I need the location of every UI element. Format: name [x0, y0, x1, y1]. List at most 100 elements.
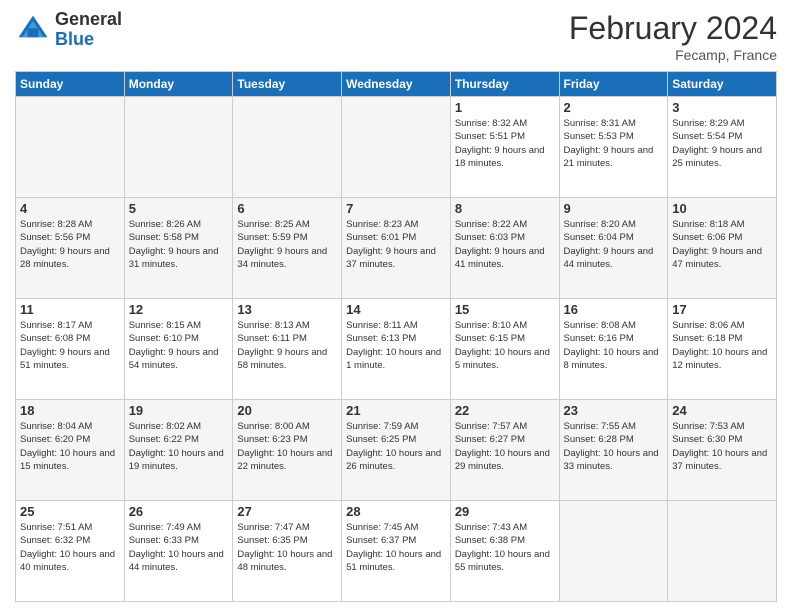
day-number: 14 [346, 302, 446, 317]
day-number: 13 [237, 302, 337, 317]
col-saturday: Saturday [668, 72, 777, 97]
col-wednesday: Wednesday [342, 72, 451, 97]
logo-icon [15, 12, 51, 48]
day-info: Sunrise: 8:25 AM Sunset: 5:59 PM Dayligh… [237, 218, 337, 271]
day-number: 25 [20, 504, 120, 519]
calendar-cell: 7 Sunrise: 8:23 AM Sunset: 6:01 PM Daylig… [342, 198, 451, 299]
calendar-cell [559, 501, 668, 602]
calendar-cell: 27Sunrise: 7:47 AM Sunset: 6:35 PM Dayli… [233, 501, 342, 602]
day-number: 22 [455, 403, 555, 418]
day-number: 19 [129, 403, 229, 418]
calendar-cell [16, 97, 125, 198]
day-number: 7 [346, 201, 446, 216]
day-number: 11 [20, 302, 120, 317]
calendar-cell: 4 Sunrise: 8:28 AM Sunset: 5:56 PM Daylig… [16, 198, 125, 299]
calendar-cell [124, 97, 233, 198]
day-number: 26 [129, 504, 229, 519]
day-info: Sunrise: 8:28 AM Sunset: 5:56 PM Dayligh… [20, 218, 120, 271]
day-number: 3 [672, 100, 772, 115]
day-info: Sunrise: 8:18 AM Sunset: 6:06 PM Dayligh… [672, 218, 772, 271]
day-info: Sunrise: 7:49 AM Sunset: 6:33 PM Dayligh… [129, 521, 229, 574]
day-info: Sunrise: 7:59 AM Sunset: 6:25 PM Dayligh… [346, 420, 446, 473]
calendar-cell: 29 Sunrise: 7:43 AM Sunset: 6:38 PM Dayli… [450, 501, 559, 602]
day-info: Sunrise: 8:00 AM Sunset: 6:23 PM Dayligh… [237, 420, 337, 473]
calendar-cell: 9 Sunrise: 8:20 AM Sunset: 6:04 PM Daylig… [559, 198, 668, 299]
logo: General Blue [15, 10, 122, 50]
calendar-cell [233, 97, 342, 198]
calendar-cell: 2 Sunrise: 8:31 AM Sunset: 5:53 PM Daylig… [559, 97, 668, 198]
calendar-cell: 11 Sunrise: 8:17 AM Sunset: 6:08 PM Dayli… [16, 299, 125, 400]
col-monday: Monday [124, 72, 233, 97]
day-info: Sunrise: 7:57 AM Sunset: 6:27 PM Dayligh… [455, 420, 555, 473]
logo-blue-text: Blue [55, 30, 122, 50]
day-number: 17 [672, 302, 772, 317]
day-info: Sunrise: 7:51 AM Sunset: 6:32 PM Dayligh… [20, 521, 120, 574]
calendar-cell: 21Sunrise: 7:59 AM Sunset: 6:25 PM Dayli… [342, 400, 451, 501]
calendar-week-row: 11 Sunrise: 8:17 AM Sunset: 6:08 PM Dayli… [16, 299, 777, 400]
day-info: Sunrise: 8:06 AM Sunset: 6:18 PM Dayligh… [672, 319, 772, 372]
calendar-title: February 2024 [569, 10, 777, 47]
day-info: Sunrise: 8:02 AM Sunset: 6:22 PM Dayligh… [129, 420, 229, 473]
day-number: 9 [564, 201, 664, 216]
day-number: 5 [129, 201, 229, 216]
calendar-cell [342, 97, 451, 198]
calendar-cell: 3Sunrise: 8:29 AM Sunset: 5:54 PM Daylig… [668, 97, 777, 198]
day-number: 18 [20, 403, 120, 418]
calendar-cell: 17 Sunrise: 8:06 AM Sunset: 6:18 PM Dayli… [668, 299, 777, 400]
day-number: 15 [455, 302, 555, 317]
day-info: Sunrise: 7:55 AM Sunset: 6:28 PM Dayligh… [564, 420, 664, 473]
calendar-week-row: 25 Sunrise: 7:51 AM Sunset: 6:32 PM Dayli… [16, 501, 777, 602]
logo-general-text: General [55, 10, 122, 30]
calendar-week-row: 1Sunrise: 8:32 AM Sunset: 5:51 PM Daylig… [16, 97, 777, 198]
calendar-week-row: 18 Sunrise: 8:04 AM Sunset: 6:20 PM Dayli… [16, 400, 777, 501]
col-thursday: Thursday [450, 72, 559, 97]
day-info: Sunrise: 8:17 AM Sunset: 6:08 PM Dayligh… [20, 319, 120, 372]
calendar-cell: 15 Sunrise: 8:10 AM Sunset: 6:15 PM Dayli… [450, 299, 559, 400]
day-info: Sunrise: 8:08 AM Sunset: 6:16 PM Dayligh… [564, 319, 664, 372]
day-number: 2 [564, 100, 664, 115]
calendar-cell: 23 Sunrise: 7:55 AM Sunset: 6:28 PM Dayli… [559, 400, 668, 501]
header-row: Sunday Monday Tuesday Wednesday Thursday… [16, 72, 777, 97]
day-number: 28 [346, 504, 446, 519]
day-number: 24 [672, 403, 772, 418]
day-number: 4 [20, 201, 120, 216]
calendar-cell: 8Sunrise: 8:22 AM Sunset: 6:03 PM Daylig… [450, 198, 559, 299]
day-number: 12 [129, 302, 229, 317]
calendar-cell: 25 Sunrise: 7:51 AM Sunset: 6:32 PM Dayli… [16, 501, 125, 602]
day-info: Sunrise: 8:23 AM Sunset: 6:01 PM Dayligh… [346, 218, 446, 271]
day-info: Sunrise: 8:15 AM Sunset: 6:10 PM Dayligh… [129, 319, 229, 372]
calendar-cell: 13Sunrise: 8:13 AM Sunset: 6:11 PM Dayli… [233, 299, 342, 400]
logo-text: General Blue [55, 10, 122, 50]
day-number: 29 [455, 504, 555, 519]
day-info: Sunrise: 7:43 AM Sunset: 6:38 PM Dayligh… [455, 521, 555, 574]
col-sunday: Sunday [16, 72, 125, 97]
calendar-cell: 26 Sunrise: 7:49 AM Sunset: 6:33 PM Dayli… [124, 501, 233, 602]
day-info: Sunrise: 8:04 AM Sunset: 6:20 PM Dayligh… [20, 420, 120, 473]
day-number: 23 [564, 403, 664, 418]
title-block: February 2024 Fecamp, France [569, 10, 777, 63]
calendar-cell: 19 Sunrise: 8:02 AM Sunset: 6:22 PM Dayli… [124, 400, 233, 501]
calendar-cell: 18 Sunrise: 8:04 AM Sunset: 6:20 PM Dayli… [16, 400, 125, 501]
calendar-cell: 1Sunrise: 8:32 AM Sunset: 5:51 PM Daylig… [450, 97, 559, 198]
day-info: Sunrise: 8:20 AM Sunset: 6:04 PM Dayligh… [564, 218, 664, 271]
day-number: 6 [237, 201, 337, 216]
day-number: 10 [672, 201, 772, 216]
day-number: 16 [564, 302, 664, 317]
calendar-cell: 6 Sunrise: 8:25 AM Sunset: 5:59 PM Daylig… [233, 198, 342, 299]
page: General Blue February 2024 Fecamp, Franc… [0, 0, 792, 612]
calendar-week-row: 4 Sunrise: 8:28 AM Sunset: 5:56 PM Daylig… [16, 198, 777, 299]
day-number: 8 [455, 201, 555, 216]
day-info: Sunrise: 8:10 AM Sunset: 6:15 PM Dayligh… [455, 319, 555, 372]
day-info: Sunrise: 8:31 AM Sunset: 5:53 PM Dayligh… [564, 117, 664, 170]
calendar-location: Fecamp, France [569, 47, 777, 63]
calendar-cell: 10 Sunrise: 8:18 AM Sunset: 6:06 PM Dayli… [668, 198, 777, 299]
day-info: Sunrise: 8:32 AM Sunset: 5:51 PM Dayligh… [455, 117, 555, 170]
calendar-cell: 14 Sunrise: 8:11 AM Sunset: 6:13 PM Dayli… [342, 299, 451, 400]
day-info: Sunrise: 7:47 AM Sunset: 6:35 PM Dayligh… [237, 521, 337, 574]
calendar-table: Sunday Monday Tuesday Wednesday Thursday… [15, 71, 777, 602]
col-tuesday: Tuesday [233, 72, 342, 97]
day-info: Sunrise: 8:11 AM Sunset: 6:13 PM Dayligh… [346, 319, 446, 372]
col-friday: Friday [559, 72, 668, 97]
header: General Blue February 2024 Fecamp, Franc… [15, 10, 777, 63]
day-info: Sunrise: 8:26 AM Sunset: 5:58 PM Dayligh… [129, 218, 229, 271]
